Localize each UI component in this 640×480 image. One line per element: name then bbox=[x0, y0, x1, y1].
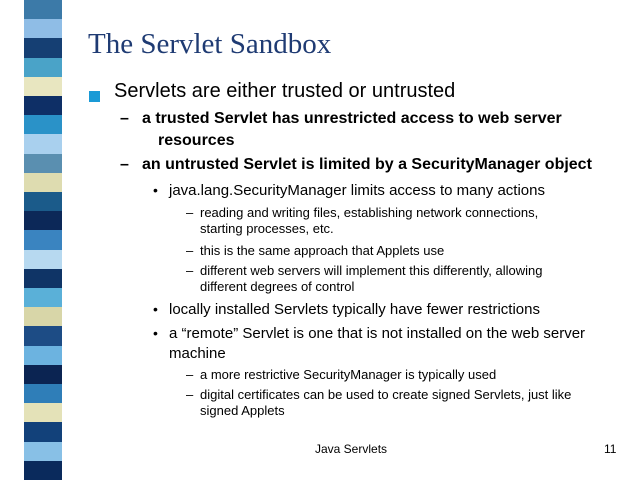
square-bullet-icon bbox=[89, 91, 100, 102]
stripe-band bbox=[24, 268, 62, 289]
stripe-band bbox=[24, 307, 62, 328]
stripe-band bbox=[24, 153, 62, 174]
stripe-band bbox=[24, 57, 62, 78]
dash-bullet-icon: – bbox=[186, 367, 194, 382]
stripe-band bbox=[24, 134, 62, 155]
stripe-band bbox=[24, 96, 62, 117]
stripe-band bbox=[24, 192, 62, 213]
decorative-stripe bbox=[24, 0, 62, 480]
bullet-level4: a more restrictive SecurityManager is ty… bbox=[200, 367, 497, 382]
bullet-level3: a “remote” Servlet is one that is not in… bbox=[169, 325, 586, 342]
bullet-level1: Servlets are either trusted or untrusted bbox=[114, 80, 456, 102]
bullet-level3: java.lang.SecurityManager limits access … bbox=[169, 182, 545, 199]
stripe-band bbox=[24, 345, 62, 366]
stripe-band bbox=[24, 115, 62, 136]
stripe-band bbox=[24, 211, 62, 232]
dash-bullet-icon: – bbox=[186, 387, 194, 402]
footer-title: Java Servlets bbox=[315, 442, 388, 456]
bullet-level3-continuation: machine bbox=[169, 345, 226, 362]
stripe-band bbox=[24, 403, 62, 424]
bullet-level4-continuation: signed Applets bbox=[200, 403, 285, 418]
stripe-band bbox=[24, 422, 62, 443]
stripe-band bbox=[24, 384, 62, 405]
stripe-band bbox=[24, 19, 62, 40]
bullet-level3: locally installed Servlets typically hav… bbox=[169, 301, 540, 318]
bullet-level4: digital certificates can be used to crea… bbox=[200, 387, 572, 402]
stripe-band bbox=[24, 249, 62, 270]
bullet-level2: an untrusted Servlet is limited by a Sec… bbox=[142, 156, 592, 173]
bullet-level4: this is the same approach that Applets u… bbox=[200, 243, 445, 258]
stripe-band bbox=[24, 441, 62, 462]
stripe-band bbox=[24, 76, 62, 97]
dot-bullet-icon: • bbox=[153, 301, 158, 317]
stripe-band bbox=[24, 0, 62, 21]
slide-title: The Servlet Sandbox bbox=[88, 28, 332, 60]
stripe-band bbox=[24, 364, 62, 385]
bullet-level4: reading and writing files, establishing … bbox=[200, 205, 539, 220]
bullet-level4-continuation: different degrees of control bbox=[200, 279, 355, 294]
stripe-band bbox=[24, 326, 62, 347]
bullet-level4-continuation: starting processes, etc. bbox=[200, 221, 334, 236]
bullet-level4: different web servers will implement thi… bbox=[200, 263, 543, 278]
bullet-level2: a trusted Servlet has unrestricted acces… bbox=[142, 110, 562, 127]
dash-bullet-icon: – bbox=[186, 263, 194, 278]
bullet-level2-continuation: resources bbox=[158, 132, 235, 149]
stripe-band bbox=[24, 230, 62, 251]
page-number: 11 bbox=[604, 442, 617, 456]
dash-bullet-icon: – bbox=[186, 205, 194, 220]
stripe-band bbox=[24, 38, 62, 59]
stripe-band bbox=[24, 460, 62, 480]
dash-bullet-icon: – bbox=[120, 156, 129, 173]
dash-bullet-icon: – bbox=[186, 243, 194, 258]
stripe-band bbox=[24, 288, 62, 309]
dash-bullet-icon: – bbox=[120, 110, 129, 127]
dot-bullet-icon: • bbox=[153, 325, 158, 341]
stripe-band bbox=[24, 172, 62, 193]
dot-bullet-icon: • bbox=[153, 182, 158, 198]
